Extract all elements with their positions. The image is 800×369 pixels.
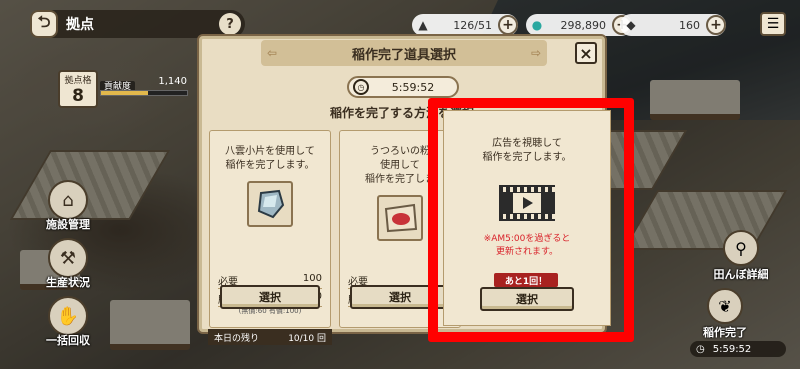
side-menu-label: 施設管理 <box>46 218 90 231</box>
facility-icon: ⌂ <box>48 180 88 220</box>
powder-icon <box>377 195 423 241</box>
add-leaf-button[interactable]: + <box>706 15 726 35</box>
clock-icon: ◷ <box>353 79 369 95</box>
menu-button[interactable]: ☰ <box>760 12 786 36</box>
highlight-frame <box>428 98 634 342</box>
leaf-icon: ◆ <box>626 18 636 32</box>
resource-value: 160 <box>679 18 700 32</box>
tent-icon: ▲ <box>418 18 428 32</box>
rice-icon: ❦ <box>707 288 743 324</box>
right-arrow-icon: ⇨ <box>530 46 541 60</box>
right-menu-label: 田んぼ詳細 <box>713 268 769 281</box>
remaining-label: 本日の残り <box>214 333 260 344</box>
dialog-timer: ◷ 5:59:52 <box>347 76 459 98</box>
remaining-value: 10/10 回 <box>288 333 326 344</box>
contribution-bar <box>100 90 188 96</box>
base-level-label: 拠点格 <box>64 76 92 86</box>
clock-icon: ◷ <box>696 343 705 355</box>
side-menu-label: 生産状況 <box>46 276 90 289</box>
collect-all-button[interactable]: ✋ 一括回収 <box>38 296 98 348</box>
card-description: 八雲小片を使用して 稲作を完了します。 <box>225 146 315 171</box>
add-tent-button[interactable]: + <box>498 15 518 35</box>
resource-value: 126/51 <box>453 18 492 32</box>
gem-icon: ● <box>531 18 543 32</box>
dialog-timer-value: 5:59:52 <box>391 80 435 94</box>
bottom-timer: ◷ 5:59:52 <box>690 341 786 357</box>
bottom-timer-value: 5:59:52 <box>712 343 752 355</box>
game-screen: ⮌ 拠点 ? ▲ 126/51 + ● 298,890 + ◆ 160 + ☰ … <box>0 0 800 369</box>
close-button[interactable]: × <box>575 42 597 64</box>
contribution: 貢献度 1,140 <box>100 74 195 102</box>
resource-leaf: ◆ 160 + <box>620 14 726 36</box>
resource-tent: ▲ 126/51 + <box>412 14 518 36</box>
magnifier-icon: ⚲ <box>723 230 759 266</box>
crystal-fragment-icon <box>247 181 293 227</box>
contribution-value: 1,140 <box>158 76 187 87</box>
base-level-badge: 拠点格 8 <box>58 70 98 108</box>
help-button[interactable]: ? <box>219 13 241 35</box>
book-icon: ☰ <box>766 16 780 32</box>
back-button[interactable]: ⮌ <box>30 10 58 38</box>
field-detail-button[interactable]: ⚲ 田んぼ詳細 <box>706 230 776 282</box>
production-status-button[interactable]: ⚒ 生産状況 <box>38 238 98 290</box>
facility-management-button[interactable]: ⌂ 施設管理 <box>38 180 98 232</box>
dialog-title: 稲作完了道具選択 <box>351 47 456 63</box>
rice-complete-button[interactable]: ❦ 稲作完了 <box>690 288 760 340</box>
dialog-header: ⇦ 稲作完了道具選択 ⇨ <box>261 40 547 66</box>
resource-value: 298,890 <box>560 18 607 32</box>
left-arrow-icon: ⇦ <box>267 46 278 60</box>
collect-icon: ✋ <box>48 296 88 336</box>
back-arrow-icon: ⮌ <box>37 11 51 31</box>
base-level-value: 8 <box>72 86 84 106</box>
contribution-fill <box>101 91 149 95</box>
select-button-yakumo[interactable]: 選択 <box>220 285 320 309</box>
location-title: 拠点 <box>66 17 94 33</box>
right-menu-label: 稲作完了 <box>703 326 747 339</box>
side-menu-label: 一括回収 <box>46 334 90 347</box>
resource-gem: ● 298,890 + <box>526 14 632 36</box>
daily-remaining: 本日の残り 10/10 回 <box>208 329 332 345</box>
production-icon: ⚒ <box>48 238 88 278</box>
yakumo-fragment-card: 八雲小片を使用して 稲作を完了します。 必要 100 所持 160 (無償:60… <box>208 130 332 345</box>
